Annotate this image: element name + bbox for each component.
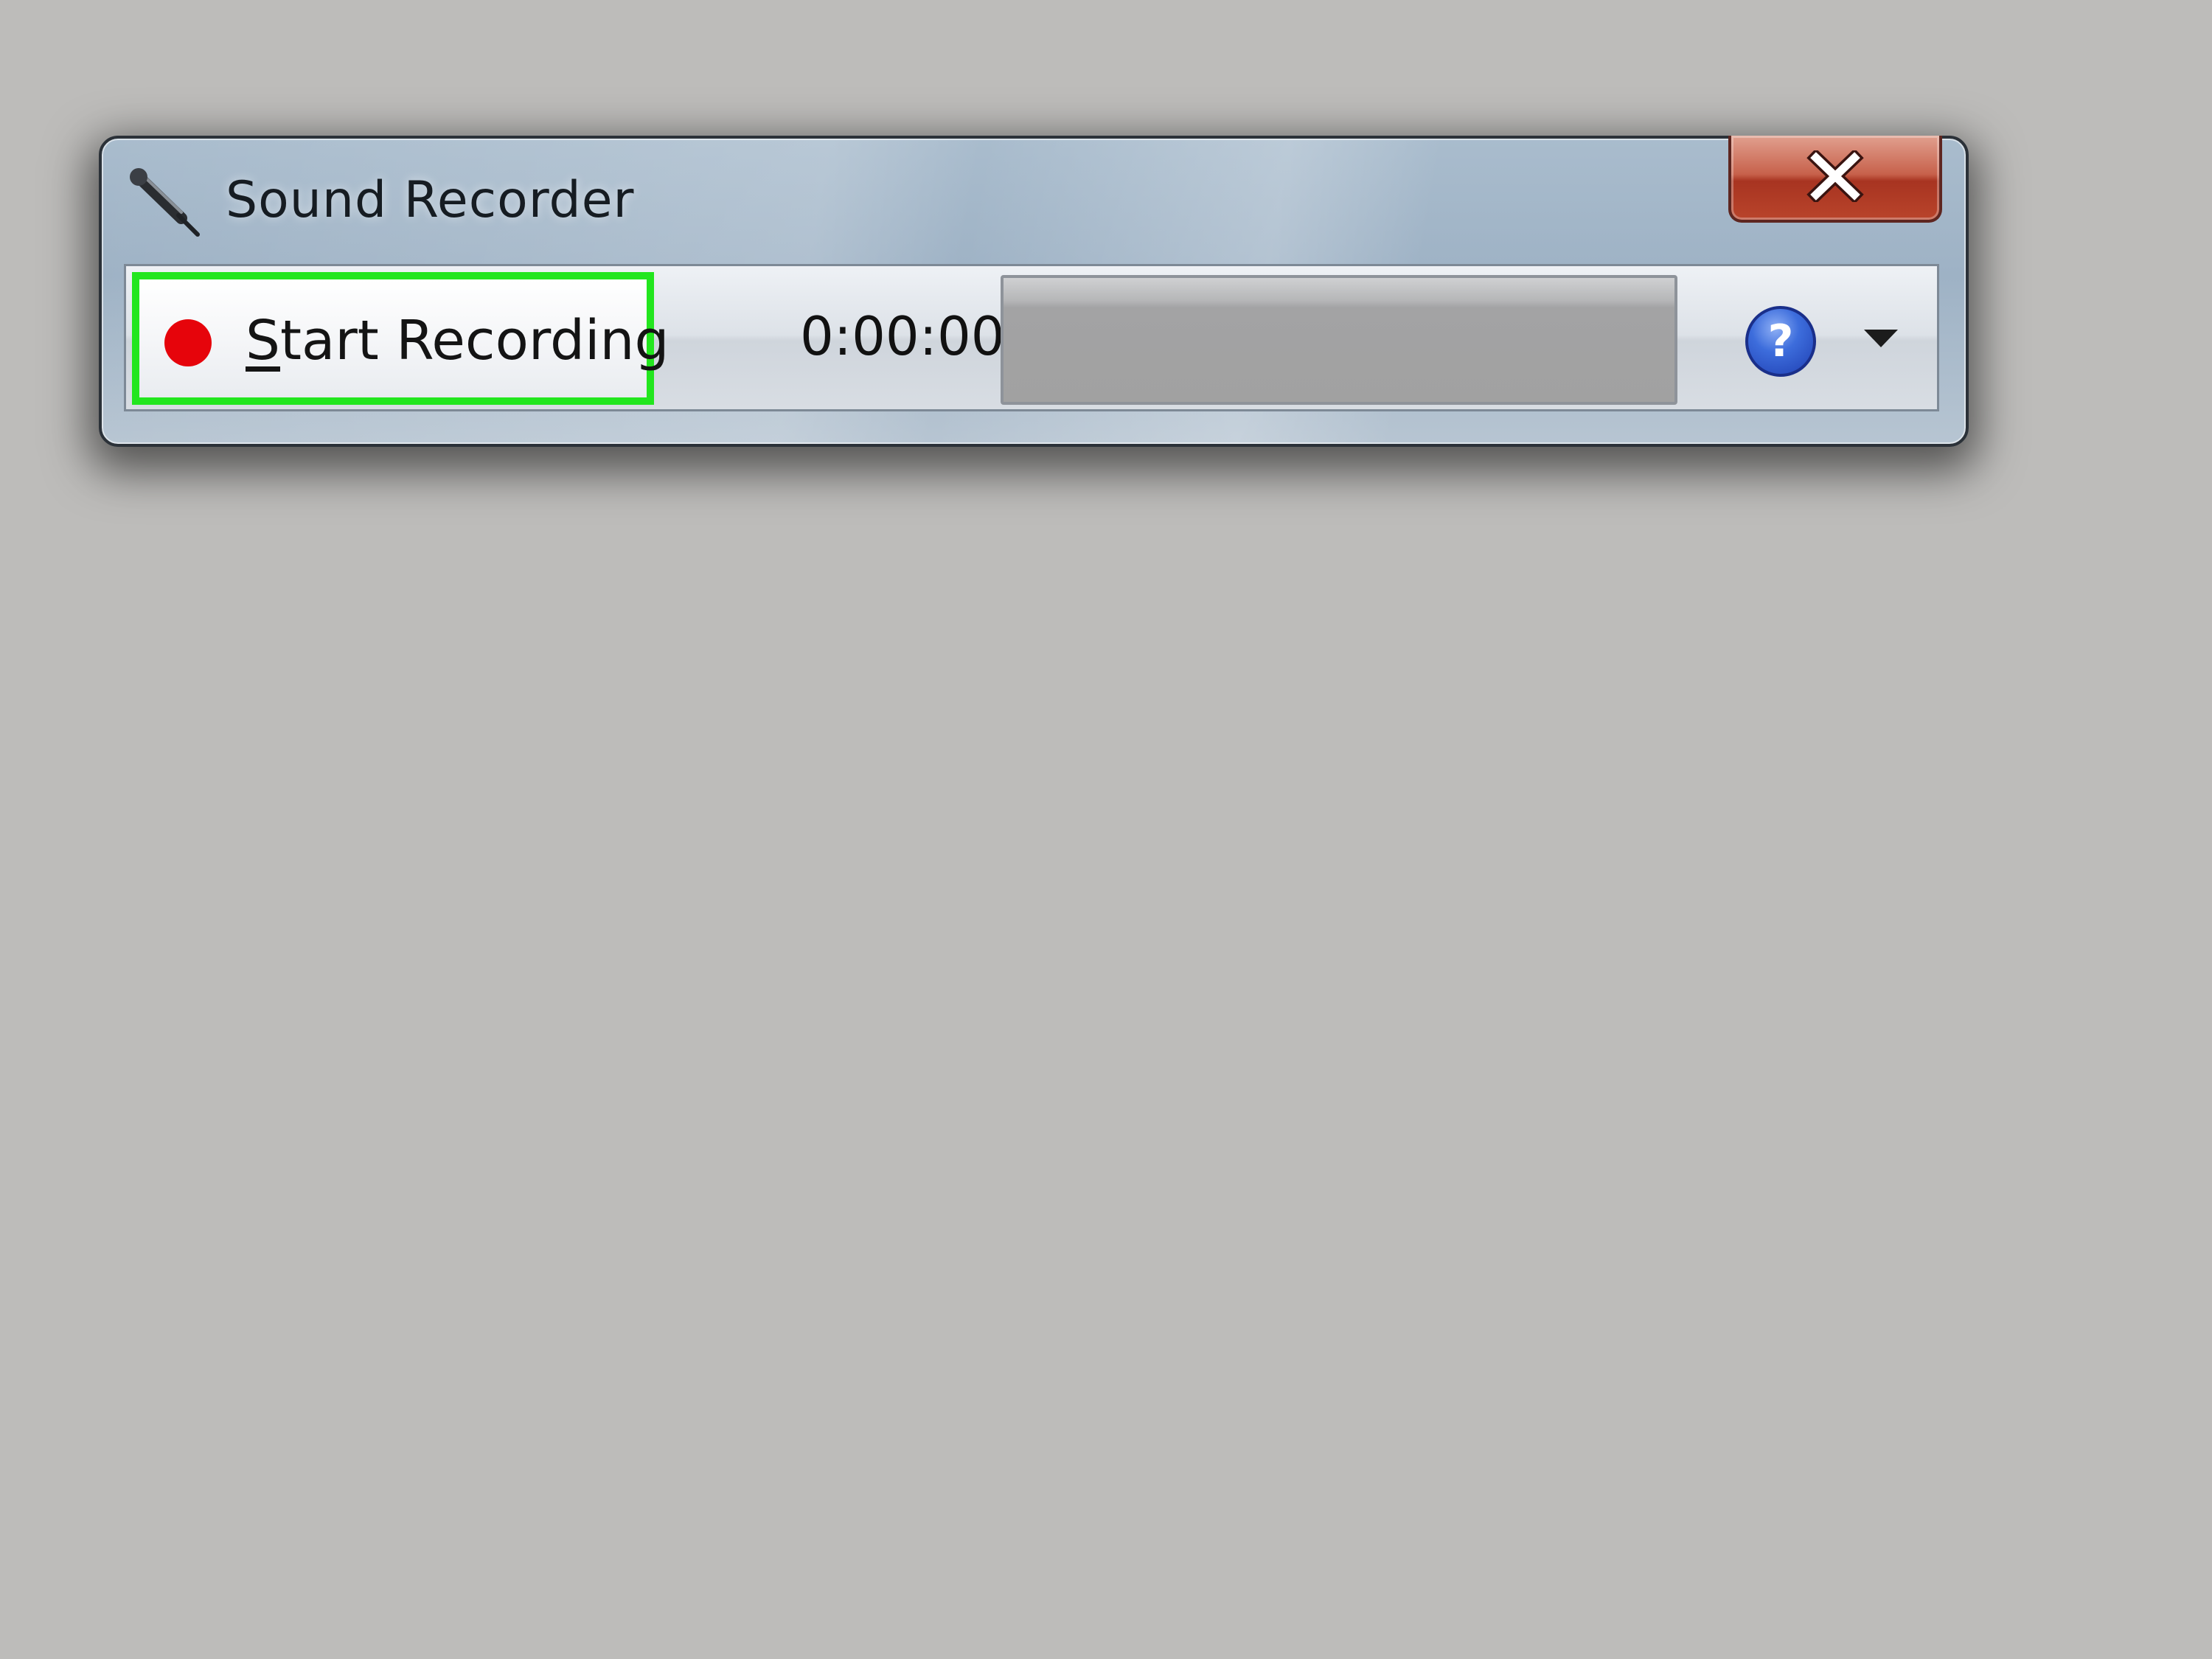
close-icon — [1806, 148, 1865, 205]
chevron-down-icon — [1864, 330, 1898, 350]
level-meter — [1001, 275, 1677, 405]
start-recording-label: Start Recording — [246, 309, 669, 372]
elapsed-time: 0:00:00 — [800, 305, 1005, 367]
window-title: Sound Recorder — [226, 171, 635, 229]
help-button[interactable]: ? — [1745, 306, 1816, 377]
sound-recorder-window: Sound Recorder Start Recording 0:00:00 ? — [99, 136, 1969, 447]
recorder-toolbar: Start Recording 0:00:00 ? — [124, 264, 1939, 411]
microphone-icon — [127, 165, 208, 239]
record-dot-icon — [164, 319, 212, 366]
options-dropdown-button[interactable] — [1857, 316, 1905, 364]
close-button[interactable] — [1728, 136, 1942, 223]
start-recording-button[interactable]: Start Recording — [132, 272, 669, 405]
help-icon: ? — [1767, 316, 1794, 367]
